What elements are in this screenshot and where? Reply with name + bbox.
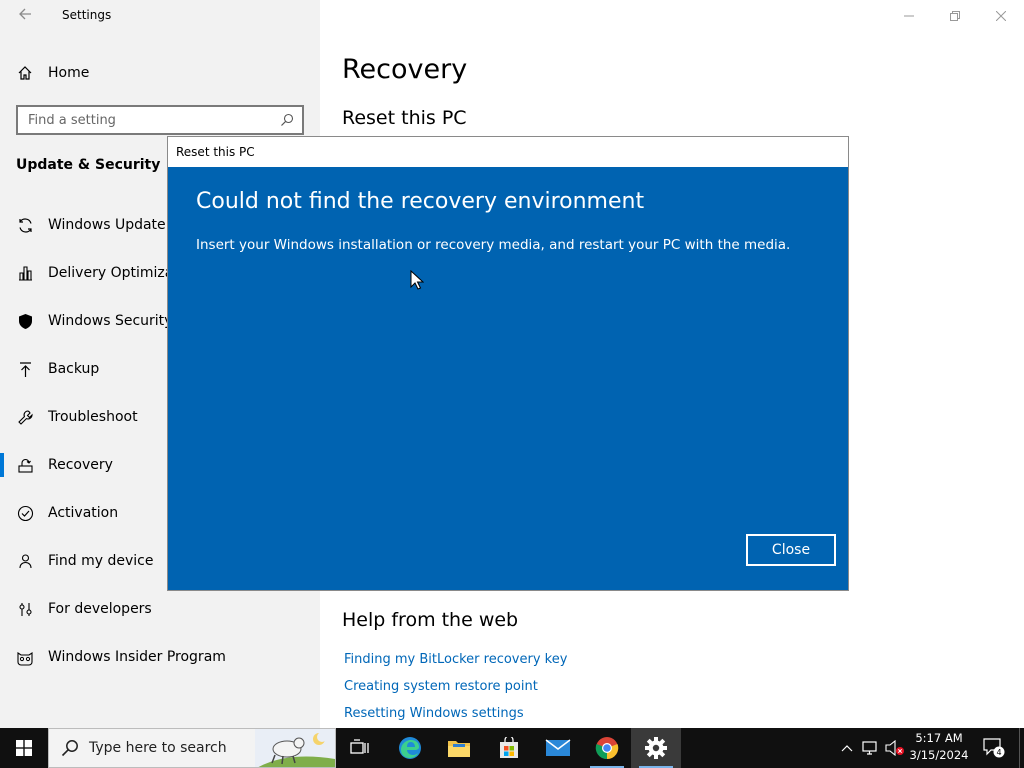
taskbar-settings[interactable]	[631, 728, 681, 768]
wrench-icon	[0, 409, 48, 426]
sync-icon	[0, 217, 48, 234]
sidebar-item-windows-insider-program[interactable]: Windows Insider Program	[0, 633, 320, 681]
minimize-button[interactable]	[886, 0, 932, 32]
shield-icon	[0, 313, 48, 330]
help-link-restore-point[interactable]: Creating system restore point	[344, 679, 538, 694]
reset-pc-dialog: Reset this PC Could not find the recover…	[167, 136, 849, 591]
minimize-icon	[904, 15, 914, 17]
taskbar-chrome[interactable]	[582, 728, 632, 768]
taskbar-file-explorer[interactable]	[434, 728, 484, 768]
show-desktop-button[interactable]	[1019, 728, 1024, 768]
help-link-resetting-windows[interactable]: Resetting Windows settings	[344, 706, 524, 721]
sidebar-item-for-developers[interactable]: For developers	[0, 585, 320, 633]
nav-home-label: Home	[48, 65, 90, 81]
taskbar-clock[interactable]: 5:17 AM 3/15/2024	[905, 730, 973, 764]
close-window-button[interactable]	[978, 0, 1024, 32]
sidebar-item-label: Backup	[48, 361, 100, 377]
sidebar-item-label: Activation	[48, 505, 119, 521]
windows-logo-icon	[16, 740, 32, 756]
back-button[interactable]	[14, 4, 36, 28]
settings-search-input[interactable]	[18, 112, 272, 128]
delivery-optimization-icon	[0, 265, 48, 282]
edge-icon	[399, 737, 421, 759]
action-center-button[interactable]: 4	[980, 728, 1008, 768]
network-tray-button[interactable]	[860, 728, 882, 768]
task-view-icon	[350, 739, 369, 754]
recovery-icon	[0, 457, 48, 474]
reset-section-heading: Reset this PC	[342, 107, 467, 129]
settings-search[interactable]	[16, 105, 304, 135]
store-icon	[500, 737, 518, 758]
search-icon	[61, 740, 78, 757]
clock-time: 5:17 AM	[915, 731, 963, 745]
checkmark-circle-icon	[0, 505, 48, 522]
gear-icon	[645, 737, 667, 759]
mail-icon	[545, 739, 571, 756]
start-button[interactable]	[0, 728, 48, 768]
taskbar: Type here to search 5:17 AM 3/15/2024 4	[0, 728, 1024, 768]
back-arrow-icon	[19, 8, 31, 20]
show-hidden-icons-button[interactable]	[836, 728, 858, 768]
taskbar-mail[interactable]	[533, 728, 583, 768]
insider-cat-icon	[0, 649, 48, 666]
notification-icon: 4	[983, 738, 1005, 758]
help-link-bitlocker[interactable]: Finding my BitLocker recovery key	[344, 652, 567, 667]
volume-muted-icon	[885, 740, 904, 756]
task-view-button[interactable]	[335, 728, 385, 768]
sidebar-item-label: Windows Insider Program	[48, 649, 226, 665]
dialog-close-button[interactable]: Close	[746, 534, 836, 566]
volume-tray-button[interactable]	[884, 728, 906, 768]
search-icon[interactable]	[272, 113, 302, 127]
sidebar-item-label: Windows Update	[48, 217, 166, 233]
mouse-cursor-icon	[410, 270, 424, 290]
taskbar-search-box[interactable]: Type here to search	[48, 728, 336, 768]
chrome-icon	[595, 737, 619, 760]
sidebar-item-label: Recovery	[48, 457, 113, 473]
dialog-message: Insert your Windows installation or reco…	[196, 237, 791, 253]
taskbar-edge[interactable]	[385, 728, 435, 768]
dialog-heading: Could not find the recovery environment	[196, 189, 645, 214]
nav-home[interactable]: Home	[0, 56, 320, 90]
dialog-body: Could not find the recovery environment …	[168, 167, 848, 590]
taskbar-search-placeholder: Type here to search	[89, 740, 227, 756]
network-icon	[862, 741, 877, 755]
restore-icon	[950, 11, 960, 21]
sidebar-item-label: Windows Security	[48, 313, 173, 329]
close-icon	[996, 11, 1006, 21]
help-heading: Help from the web	[342, 609, 519, 631]
app-title: Settings	[62, 8, 112, 22]
taskbar-microsoft-store[interactable]	[484, 728, 534, 768]
notification-count-badge: 4	[996, 748, 1001, 757]
sidebar-item-label: Find my device	[48, 553, 154, 569]
developer-tools-icon	[0, 601, 48, 618]
dialog-title: Reset this PC	[168, 137, 848, 167]
clock-date: 3/15/2024	[909, 748, 969, 762]
person-pin-icon	[0, 553, 48, 570]
backup-arrow-icon	[0, 361, 48, 378]
section-title: Update & Security	[16, 157, 161, 173]
sidebar-item-label: For developers	[48, 601, 152, 617]
search-highlight-illustration	[255, 729, 335, 767]
chevron-up-icon	[841, 745, 853, 752]
home-icon	[0, 65, 48, 81]
restore-button[interactable]	[932, 0, 978, 32]
page-title: Recovery	[342, 54, 468, 85]
sidebar-item-label: Troubleshoot	[48, 409, 138, 425]
folder-icon	[448, 741, 470, 757]
